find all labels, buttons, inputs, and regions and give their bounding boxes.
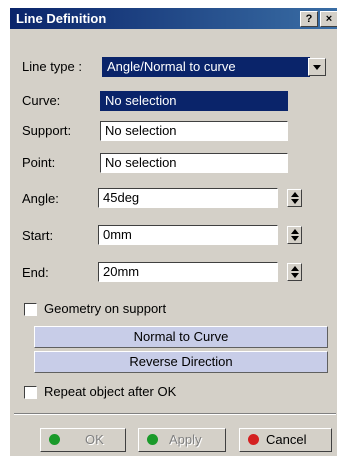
spin-down-icon — [291, 273, 299, 278]
start-value: 0mm — [103, 227, 132, 242]
line-type-value: Angle/Normal to curve — [107, 59, 236, 74]
cancel-label: Cancel — [266, 432, 307, 447]
point-field[interactable]: No selection — [100, 153, 288, 173]
angle-input[interactable]: 45deg — [98, 188, 278, 208]
point-label: Point: — [22, 155, 56, 170]
end-input[interactable]: 20mm — [98, 262, 278, 282]
window-title: Line Definition — [16, 11, 107, 26]
repeat-object-checkbox[interactable] — [24, 386, 37, 399]
reverse-direction-button[interactable]: Reverse Direction — [34, 351, 328, 373]
ok-label: OK — [85, 432, 104, 447]
curve-value: No selection — [105, 93, 177, 108]
support-label: Support: — [22, 123, 72, 138]
angle-value: 45deg — [103, 190, 140, 205]
green-dot-icon — [49, 434, 60, 445]
spin-up-icon — [291, 192, 299, 197]
spin-down-icon — [291, 199, 299, 204]
green-dot-icon — [147, 434, 158, 445]
line-type-dropdown[interactable]: Angle/Normal to curve — [102, 57, 310, 77]
angle-spinner[interactable] — [287, 189, 302, 207]
curve-label: Curve: — [22, 93, 61, 108]
end-value: 20mm — [103, 264, 140, 279]
start-label: Start: — [22, 228, 54, 243]
apply-label: Apply — [169, 432, 202, 447]
apply-button[interactable]: Apply — [138, 428, 226, 452]
point-value: No selection — [105, 155, 177, 170]
spin-down-icon — [291, 236, 299, 241]
angle-label: Angle: — [22, 191, 59, 206]
line-type-label: Line type : — [22, 59, 82, 74]
separator — [14, 413, 336, 415]
help-button[interactable]: ? — [300, 11, 318, 27]
cancel-button[interactable]: Cancel — [239, 428, 332, 452]
start-spinner[interactable] — [287, 226, 302, 244]
spin-up-icon — [291, 266, 299, 271]
line-type-dropdown-button[interactable] — [308, 58, 326, 76]
close-button[interactable]: × — [320, 11, 337, 27]
title-bar[interactable]: Line Definition ? × — [10, 8, 337, 29]
red-dot-icon — [248, 434, 259, 445]
ok-button[interactable]: OK — [40, 428, 126, 452]
chevron-down-icon — [313, 65, 321, 70]
start-input[interactable]: 0mm — [98, 225, 278, 245]
line-definition-dialog: Line Definition ? × Line type : Angle/No… — [10, 8, 337, 456]
normal-to-curve-button[interactable]: Normal to Curve — [34, 326, 328, 348]
geometry-on-support-label: Geometry on support — [44, 301, 167, 316]
curve-field[interactable]: No selection — [100, 91, 288, 111]
repeat-object-label: Repeat object after OK — [44, 384, 177, 399]
spin-up-icon — [291, 229, 299, 234]
support-field[interactable]: No selection — [100, 121, 288, 141]
end-label: End: — [22, 265, 49, 280]
end-spinner[interactable] — [287, 263, 302, 281]
support-value: No selection — [105, 123, 177, 138]
geometry-on-support-checkbox[interactable] — [24, 303, 37, 316]
